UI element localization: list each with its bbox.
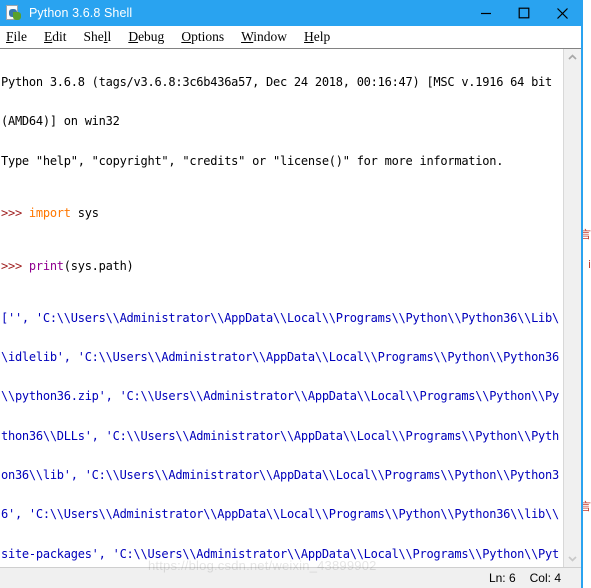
menu-item-debug[interactable]: Debug <box>128 29 164 45</box>
menu-item-shell[interactable]: Shell <box>84 29 112 45</box>
window-title: Python 3.6.8 Shell <box>29 6 133 20</box>
menu-bar: File Edit Shell Debug Options Window Hel… <box>0 26 581 48</box>
idle-shell-window: Python 3.6.8 Shell File Edit Shell Debug… <box>0 0 583 588</box>
output-line: \\python36.zip', 'C:\\Users\\Administrat… <box>1 389 559 404</box>
menu-item-help[interactable]: Help <box>304 29 330 45</box>
window-controls <box>467 0 581 26</box>
banner-line: Python 3.6.8 (tags/v3.6.8:3c6b436a57, De… <box>1 75 552 90</box>
scrollbar-track[interactable] <box>564 66 581 550</box>
title-bar[interactable]: Python 3.6.8 Shell <box>0 0 581 26</box>
keyword-token: import <box>28 206 71 221</box>
chevron-down-icon[interactable] <box>564 550 581 567</box>
output-line: ['', 'C:\\Users\\Administrator\\AppData\… <box>1 310 559 325</box>
python-idle-icon <box>6 5 22 21</box>
output-line: 6', 'C:\\Users\\Administrator\\AppData\\… <box>1 507 559 522</box>
shell-text-output[interactable]: Python 3.6.8 (tags/v3.6.8:3c6b436a57, De… <box>0 49 563 567</box>
command-line: >>> print(sys.path) <box>1 258 563 273</box>
menu-item-window[interactable]: Window <box>241 29 287 45</box>
minimize-button[interactable] <box>467 0 505 26</box>
status-bar: Ln: 6 Col: 4 <box>0 568 581 588</box>
menu-item-options[interactable]: Options <box>181 29 224 45</box>
output-line: thon36\\DLLs', 'C:\\Users\\Administrator… <box>1 428 559 443</box>
builtin-token: print <box>28 258 64 273</box>
menu-item-edit[interactable]: Edit <box>44 29 67 45</box>
chevron-up-icon[interactable] <box>564 49 581 66</box>
banner-line: Type "help", "copyright", "credits" or "… <box>1 153 504 168</box>
maximize-button[interactable] <box>505 0 543 26</box>
banner-line: (AMD64)] on win32 <box>1 114 120 129</box>
vertical-scrollbar[interactable] <box>563 49 581 567</box>
command-line: >>> import sys <box>1 207 563 220</box>
status-line-number: Ln: 6 <box>488 571 516 585</box>
shell-area: Python 3.6.8 (tags/v3.6.8:3c6b436a57, De… <box>0 48 581 568</box>
command-text: sys <box>70 206 99 221</box>
prompt: >>> <box>1 258 29 273</box>
output-line: site-packages', 'C:\\Users\\Administrato… <box>1 546 559 561</box>
close-button[interactable] <box>543 0 581 26</box>
menu-item-file[interactable]: File <box>6 29 27 45</box>
output-line: \idlelib', 'C:\\Users\\Administrator\\Ap… <box>1 350 559 365</box>
status-column-number: Col: 4 <box>529 571 561 585</box>
output-line: on36\\lib', 'C:\\Users\\Administrator\\A… <box>1 468 559 482</box>
prompt: >>> <box>1 206 29 221</box>
command-text: (sys.path) <box>63 258 134 273</box>
